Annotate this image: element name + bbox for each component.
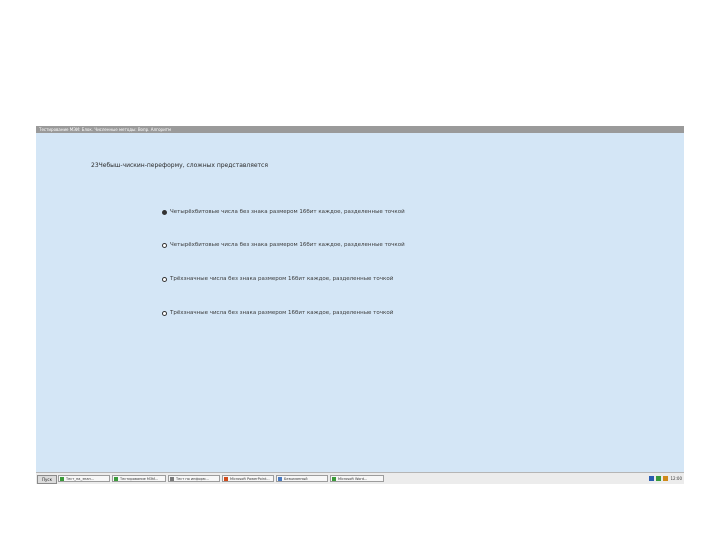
taskbar-item[interactable]: Тест_на_знан... [58, 475, 110, 482]
start-button[interactable]: Пуск [37, 475, 57, 484]
answer-option-2[interactable]: Четырёхбитовые числа без знака размером … [162, 242, 405, 248]
green-app-icon [332, 477, 336, 481]
taskbar-item-label: Тестирование МЭИ... [120, 477, 159, 481]
taskbar-item[interactable]: Безымянный [276, 475, 328, 482]
answer-option-label: Четырёхбитовые числа без знака размером … [170, 209, 405, 215]
taskbar-item-label: Microsoft Word... [338, 477, 368, 481]
taskbar-item[interactable]: Тестирование МЭИ... [112, 475, 166, 482]
answer-option-3[interactable]: Трёхзначные числа без знака размером 16б… [162, 276, 393, 282]
answer-option-label: Трёхзначные числа без знака размером 16б… [170, 276, 394, 282]
taskbar-item[interactable]: Microsoft PowerPoint... [222, 475, 274, 482]
taskbar-item[interactable]: Microsoft Word... [330, 475, 384, 482]
language-icon[interactable] [649, 476, 655, 481]
green-app-icon [60, 477, 64, 481]
question-text: 23Чебыш-чискин-переформу, сложных предст… [91, 162, 268, 169]
powerpoint-icon [224, 477, 228, 481]
taskbar-item[interactable]: Тест по информ... [168, 475, 220, 482]
answer-option-label: Четырёхбитовые числа без знака размером … [170, 242, 405, 248]
green-app-icon [114, 477, 118, 481]
system-tray: 12:00 [649, 475, 682, 482]
network-icon[interactable] [656, 476, 662, 481]
answer-option-1[interactable]: Четырёхбитовые числа без знака размером … [162, 209, 405, 215]
window-title: Тестирование МЭИ: Блок. Численные методы… [39, 127, 172, 132]
radio-icon[interactable] [162, 242, 167, 248]
window-titlebar[interactable]: Тестирование МЭИ: Блок. Численные методы… [36, 126, 684, 133]
taskbar-item-label: Тест по информ... [176, 477, 209, 481]
clock[interactable]: 12:00 [670, 475, 682, 482]
document-icon [170, 477, 174, 481]
radio-selected-icon[interactable] [162, 209, 167, 215]
radio-icon[interactable] [162, 310, 167, 316]
radio-icon[interactable] [162, 276, 167, 282]
app-window: Тестирование МЭИ: Блок. Численные методы… [36, 126, 684, 484]
folder-icon [278, 477, 282, 481]
taskbar-item-label: Microsoft PowerPoint... [230, 477, 270, 481]
taskbar-item-label: Тест_на_знан... [66, 477, 95, 481]
answer-option-4[interactable]: Трёхзначные числа без знака размером 16б… [162, 310, 393, 316]
taskbar-item-label: Безымянный [284, 477, 308, 481]
volume-icon[interactable] [663, 476, 669, 481]
taskbar: Пуск Тест_на_знан... Тестирование МЭИ...… [36, 472, 684, 484]
answer-option-label: Трёхзначные числа без знака размером 16б… [170, 310, 394, 316]
